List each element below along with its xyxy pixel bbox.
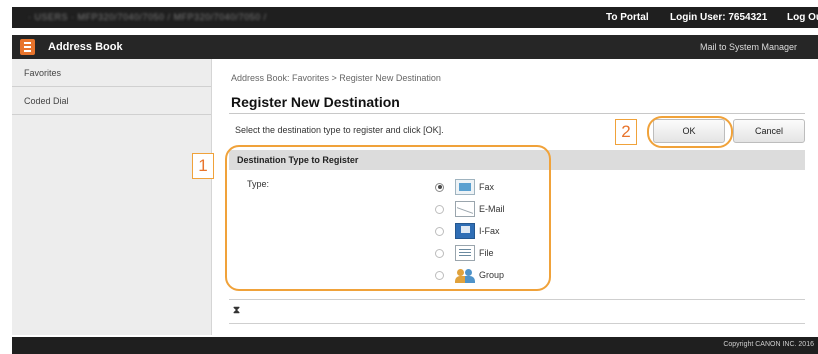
callout-step-1: 1 bbox=[192, 153, 214, 179]
section-body bbox=[229, 170, 805, 300]
option-ifax[interactable]: I-Fax bbox=[435, 221, 500, 241]
breadcrumb: Address Book: Favorites > Register New D… bbox=[231, 73, 441, 83]
fax-icon bbox=[455, 179, 475, 195]
option-fax-label: Fax bbox=[479, 182, 495, 192]
option-file-label: File bbox=[479, 248, 494, 258]
device-path-text: · USERS · MFP320/7040/7050 / MFP320/7040… bbox=[28, 12, 267, 22]
bottom-divider bbox=[229, 323, 805, 324]
section-header: Destination Type to Register bbox=[229, 150, 805, 170]
instruction-text: Select the destination type to register … bbox=[235, 125, 444, 135]
sidebar: Favorites Coded Dial bbox=[12, 59, 212, 335]
app-header: Address Book Mail to System Manager bbox=[12, 35, 818, 59]
file-icon bbox=[455, 245, 475, 261]
email-icon bbox=[455, 201, 475, 217]
sidebar-item-coded-dial[interactable]: Coded Dial bbox=[12, 87, 211, 115]
type-label: Type: bbox=[247, 179, 270, 189]
option-email[interactable]: E-Mail bbox=[435, 199, 505, 219]
main-panel: Address Book: Favorites > Register New D… bbox=[192, 59, 818, 335]
radio-email[interactable] bbox=[435, 204, 444, 214]
option-group[interactable]: Group bbox=[435, 265, 504, 285]
radio-file[interactable] bbox=[435, 248, 444, 258]
cancel-button[interactable]: Cancel bbox=[733, 119, 805, 143]
page-title: Register New Destination bbox=[231, 94, 400, 110]
radio-ifax[interactable] bbox=[435, 226, 444, 236]
ok-button[interactable]: OK bbox=[653, 119, 725, 143]
top-bar: · USERS · MFP320/7040/7050 / MFP320/7040… bbox=[12, 7, 818, 28]
option-email-label: E-Mail bbox=[479, 204, 505, 214]
footer: Copyright CANON INC. 2016 bbox=[12, 337, 818, 354]
app-title: Address Book bbox=[48, 41, 123, 53]
logout-link[interactable]: Log Out bbox=[787, 12, 818, 23]
radio-group[interactable] bbox=[435, 270, 444, 280]
group-icon bbox=[455, 267, 475, 283]
option-fax[interactable]: Fax bbox=[435, 177, 494, 197]
login-user-text: Login User: 7654321 bbox=[670, 12, 768, 23]
mail-to-system-manager-link[interactable]: Mail to System Manager bbox=[700, 42, 797, 52]
address-book-icon bbox=[20, 39, 35, 55]
copyright-text: Copyright CANON INC. 2016 bbox=[723, 341, 814, 348]
to-portal-link[interactable]: To Portal bbox=[606, 12, 649, 23]
option-group-label: Group bbox=[479, 270, 505, 280]
collapse-icon[interactable]: ⧗ bbox=[233, 305, 240, 316]
callout-step-2: 2 bbox=[615, 119, 637, 145]
option-file[interactable]: File bbox=[435, 243, 494, 263]
ifax-icon bbox=[455, 223, 475, 239]
radio-fax[interactable] bbox=[435, 182, 444, 192]
title-divider bbox=[229, 113, 805, 114]
option-ifax-label: I-Fax bbox=[479, 226, 500, 236]
sidebar-item-favorites[interactable]: Favorites bbox=[12, 59, 211, 87]
